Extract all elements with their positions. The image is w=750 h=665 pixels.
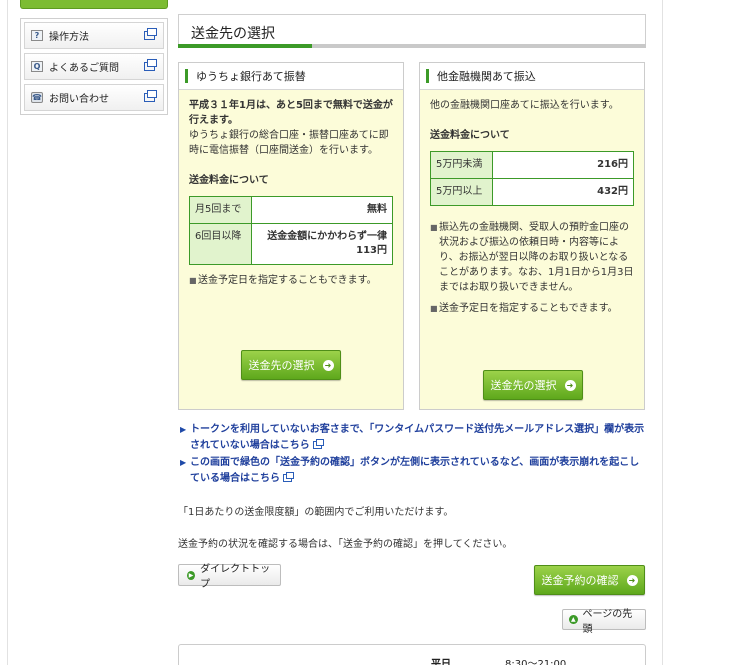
table-row: 6回目以降 送金金額にかかわらず一律113円 (189, 223, 393, 265)
sidebar-item-how-to[interactable]: ? 操作方法 (24, 22, 164, 49)
reserve-info-text: 送金予約の状況を確認する場合は、「送金予約の確認」を押してください。 (178, 539, 513, 550)
yucho-transfer-card: ゆうちょ銀行あて振替 平成３１年1月は、あと5回まで無料で送金が行えます。 ゆう… (178, 62, 404, 410)
sidebar-item-label: よくあるご質問 (49, 63, 119, 74)
reserve-confirm-button[interactable]: 送金予約の確認 ➜ (534, 565, 645, 595)
fee-amount: 無料 (251, 196, 393, 224)
free-transfer-notice: 平成３１年1月は、あと5回まで無料で送金が行えます。 (189, 100, 393, 126)
page-top-button[interactable]: ▲ ページの先頭 (562, 609, 646, 635)
scheduled-date-note: ■ 送金予定日を指定することもできます。 (430, 301, 634, 316)
sidebar-item-contact[interactable]: ☎ お問い合わせ (24, 84, 164, 111)
fee-heading: 送金料金について (430, 130, 510, 141)
external-window-icon (283, 472, 294, 482)
header-mark (426, 69, 429, 83)
table-row: 5万円以上 432円 (430, 178, 634, 206)
other-fee-table: 5万円未満 216円 5万円以上 432円 (430, 151, 634, 206)
yucho-description: ゆうちょ銀行の総合口座・振替口座あてに即時に電信振替（口座間送金）を行います。 (189, 130, 389, 156)
bullet-icon: ■ (430, 223, 438, 232)
page-frame-left (7, 0, 8, 665)
triangle-right-icon: ▶ (180, 458, 187, 467)
header-mark (185, 69, 188, 83)
question-icon: ? (31, 30, 43, 41)
other-description: 他の金融機関口座あてに振込を行います。 (430, 100, 619, 111)
scheduled-date-note: ■ 送金予定日を指定することもできます。 (189, 273, 393, 288)
arrow-right-icon: ➜ (322, 359, 334, 371)
fee-heading: 送金料金について (189, 175, 269, 186)
direct-top-button[interactable]: ▶ ダイレクトトップ (178, 564, 281, 590)
help-links: ▶ トークンを利用していないお客さまで、「ワンタイムパスワード送付先メールアドレ… (178, 422, 646, 488)
token-help-link[interactable]: ▶ トークンを利用していないお客さまで、「ワンタイムパスワード送付先メールアドレ… (178, 422, 646, 454)
note-text: 送金予定日を指定することもできます。 (198, 275, 377, 286)
other-card-header: 他金融機関あて振込 (420, 63, 644, 90)
external-window-icon (312, 439, 324, 449)
arrow-up-icon: ▲ (569, 615, 578, 624)
fee-amount: 216円 (492, 151, 634, 179)
sidebar-help-menu: ? 操作方法 Q よくあるご質問 ☎ お問い合わせ (20, 18, 168, 115)
fee-amount: 432円 (492, 178, 634, 206)
external-window-icon (144, 28, 157, 40)
fee-condition: 5万円未満 (430, 151, 493, 179)
page-title: 送金先の選択 (178, 14, 646, 48)
sidebar-item-faq[interactable]: Q よくあるご質問 (24, 53, 164, 80)
other-bank-card: 他金融機関あて振込 他の金融機関口座あてに振込を行います。 送金料金について 5… (419, 62, 645, 410)
select-yucho-button[interactable]: 送金先の選択 ➜ (241, 350, 341, 380)
sidebar-item-label: 操作方法 (49, 32, 89, 43)
table-row: 月5回まで 無料 (189, 196, 393, 224)
yucho-card-header: ゆうちょ銀行あて振替 (179, 63, 403, 90)
hours-label: 平日 (431, 659, 451, 665)
button-label: 送金先の選択 (248, 359, 315, 372)
page-title-accent (178, 44, 312, 48)
button-label: 送金予約の確認 (541, 574, 619, 587)
select-other-bank-button[interactable]: 送金先の選択 ➜ (483, 370, 583, 400)
table-row: 5万円未満 216円 (430, 151, 634, 179)
triangle-right-icon: ▶ (180, 425, 187, 434)
fee-condition: 月5回まで (189, 196, 252, 224)
processing-note: ■ 振込先の金融機関、受取人の預貯金口座の状況および振込の依頼日時・内容等により… (430, 220, 634, 295)
limit-info-text: 「1日あたりの送金限度額」の範囲内でご利用いただけます。 (178, 507, 454, 518)
page-title-underline (178, 44, 646, 48)
fee-amount: 送金金額にかかわらず一律113円 (251, 223, 393, 265)
other-card-title: 他金融機関あて振込 (437, 70, 536, 83)
arrow-right-icon: ▶ (187, 570, 196, 580)
external-window-icon (144, 59, 157, 71)
fee-condition: 5万円以上 (430, 178, 493, 206)
note-text: 送金予定日を指定することもできます。 (439, 303, 618, 314)
bullet-icon: ■ (430, 304, 438, 313)
link-text[interactable]: トークンを利用していないお客さまで、「ワンタイムパスワード送付先メールアドレス選… (190, 424, 644, 451)
layout-broken-help-link[interactable]: ▶ この画面で緑色の「送金予約の確認」ボタンが左側に表示されているなど、画面が表… (178, 455, 646, 487)
button-label: ダイレクトトップ (200, 564, 271, 590)
sidebar-top-bar (20, 0, 168, 9)
phone-icon: ☎ (31, 92, 43, 103)
yucho-fee-table: 月5回まで 無料 6回目以降 送金金額にかかわらず一律113円 (189, 196, 393, 265)
button-label: 送金先の選択 (490, 379, 557, 392)
sidebar-item-label: お問い合わせ (49, 94, 109, 105)
note-text: 振込先の金融機関、受取人の預貯金口座の状況および振込の依頼日時・内容等により、お… (439, 222, 634, 293)
faq-icon: Q (31, 61, 43, 72)
fee-condition: 6回目以降 (189, 223, 252, 265)
button-label: ページの先頭 (582, 608, 633, 635)
hours-value: 8:30～21:00 (505, 659, 567, 665)
link-text[interactable]: この画面で緑色の「送金予約の確認」ボタンが左側に表示されているなど、画面が表示崩… (190, 457, 639, 484)
bullet-icon: ■ (189, 276, 197, 285)
yucho-card-title: ゆうちょ銀行あて振替 (196, 70, 306, 83)
external-window-icon (144, 90, 157, 102)
page-frame-right (662, 0, 663, 665)
arrow-right-icon: ➜ (626, 574, 638, 586)
arrow-right-icon: ➜ (564, 379, 576, 391)
business-hours-box: 平日 8:30～21:00 (178, 644, 646, 665)
